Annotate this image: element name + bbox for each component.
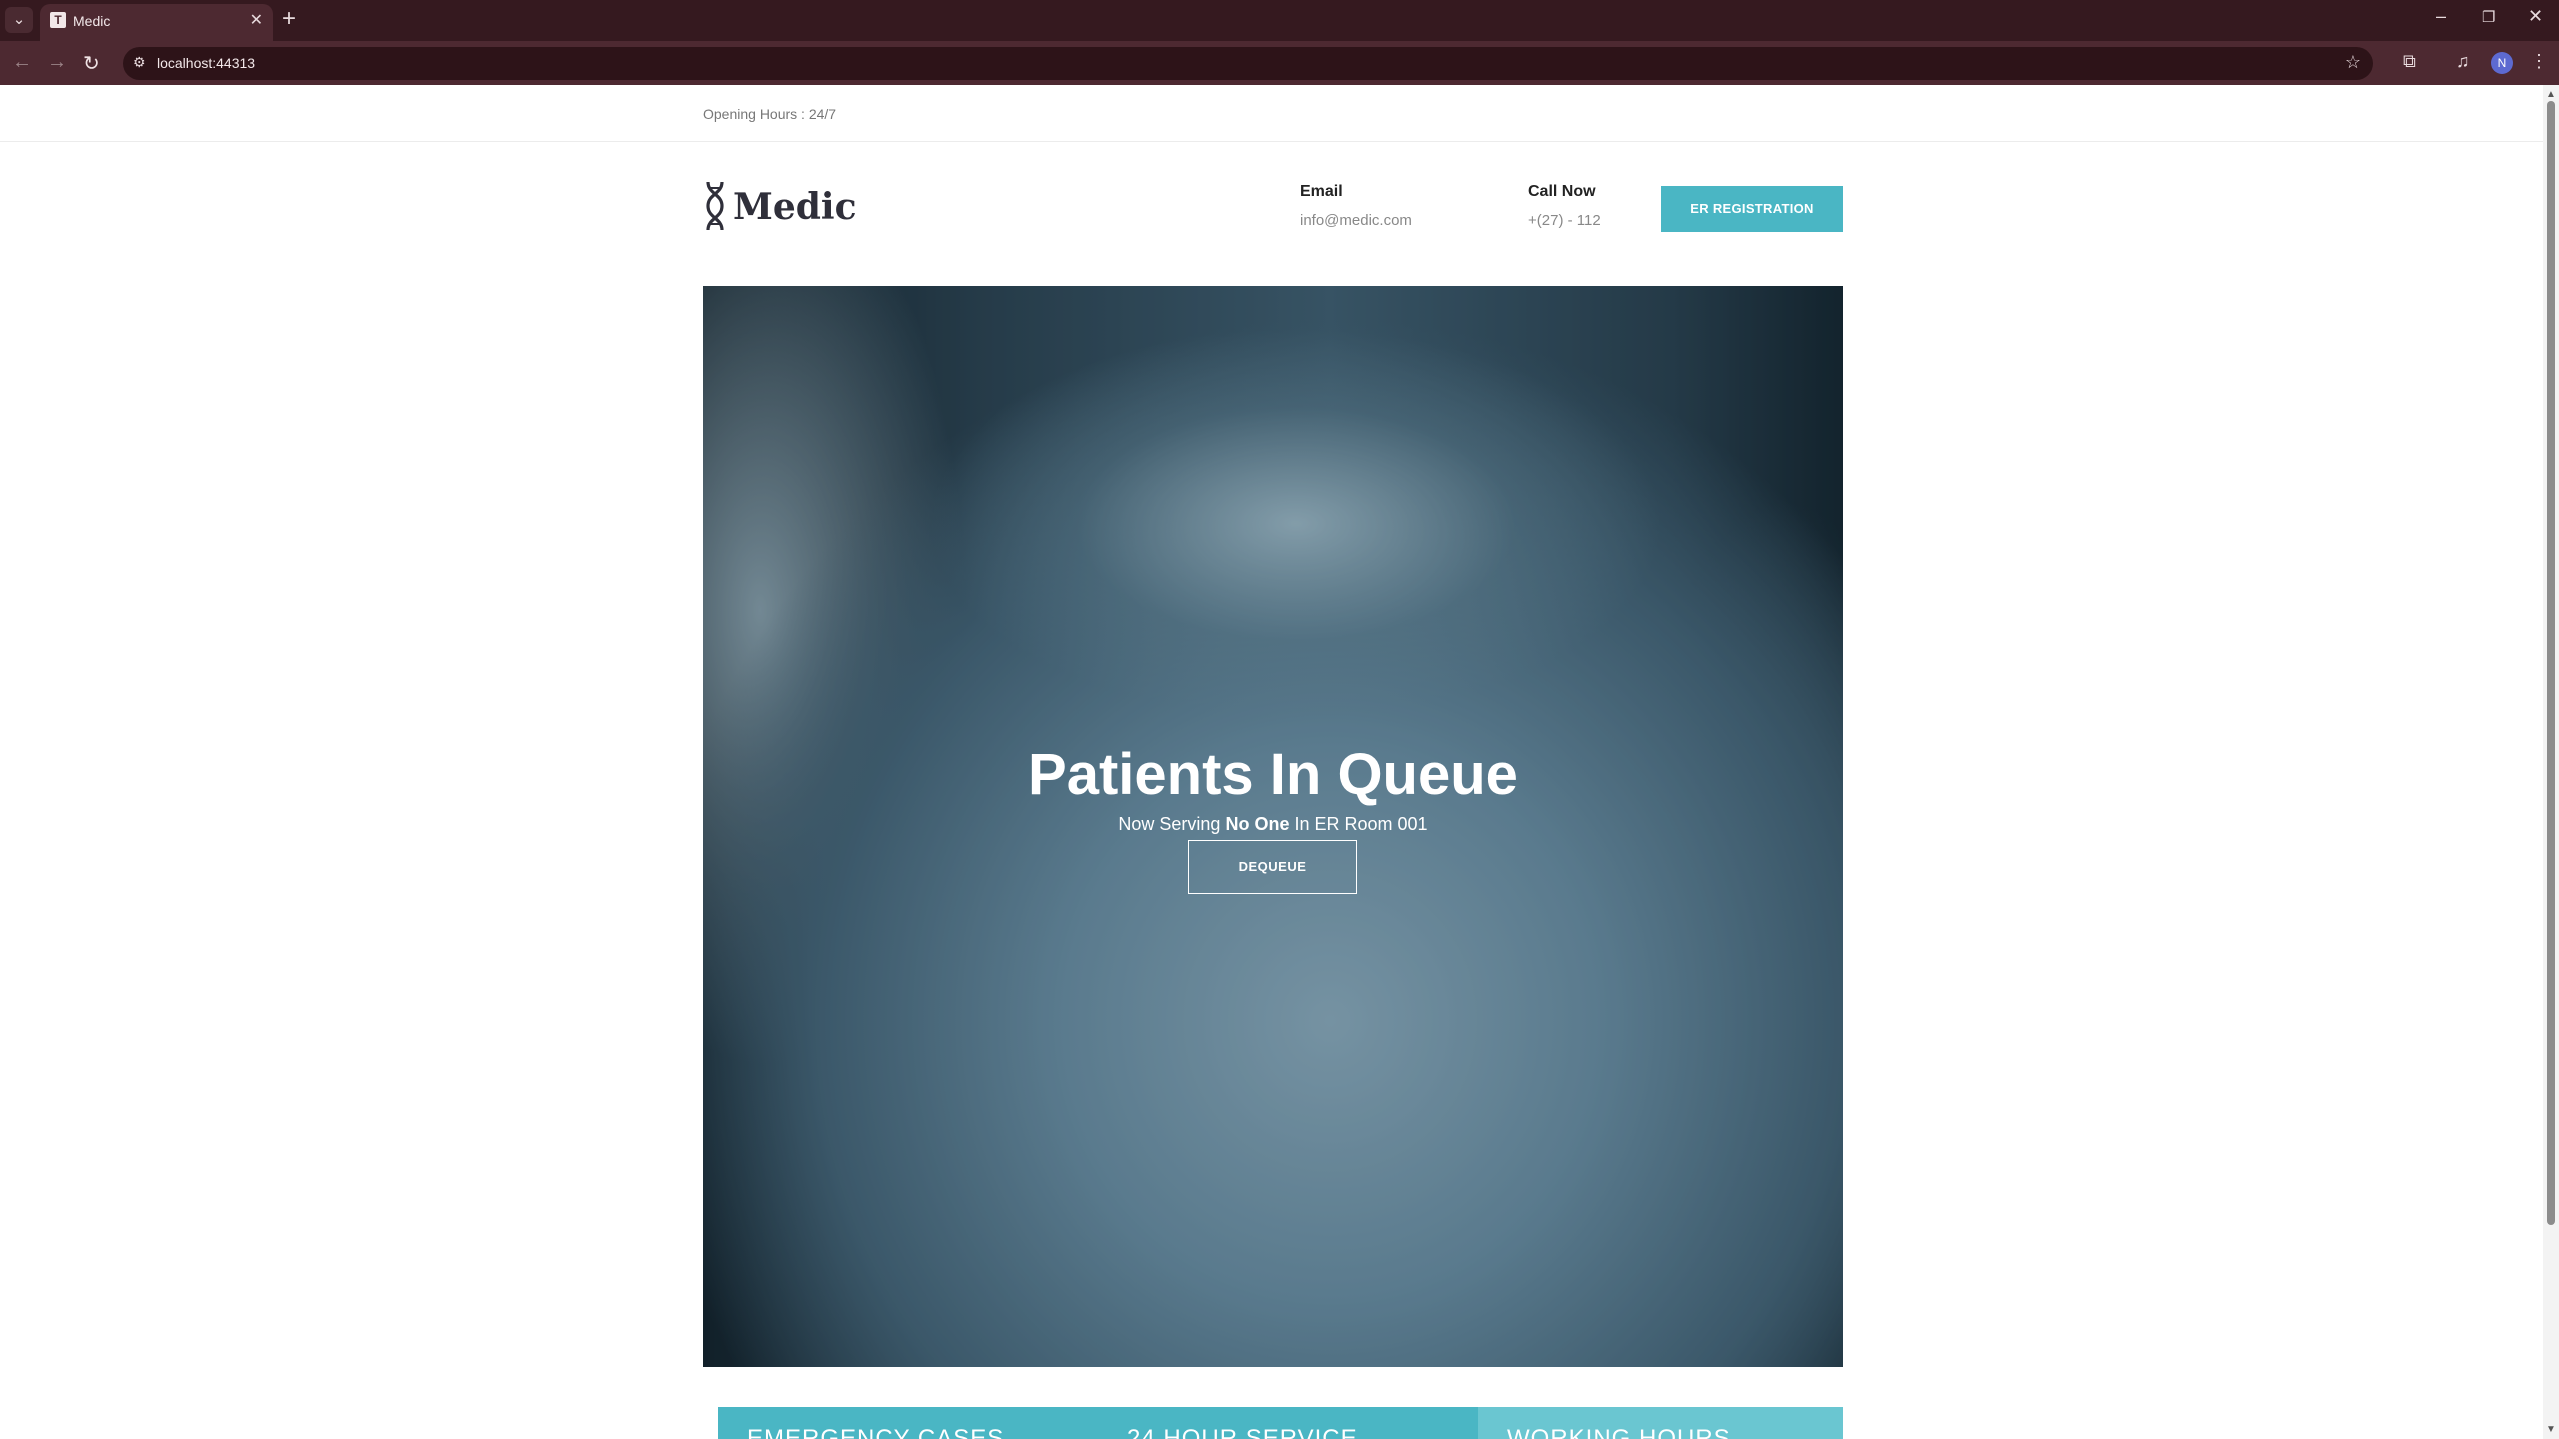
back-icon[interactable]: ← [12, 51, 32, 74]
address-bar[interactable]: ⚙ localhost:44313 ☆ [123, 47, 2373, 80]
forward-icon[interactable]: → [47, 51, 67, 74]
brand-name: Medic [733, 186, 857, 228]
site-settings-icon[interactable]: ⚙ [133, 54, 146, 71]
feature-24-hour: 24 HOUR SERVICE [1098, 1407, 1478, 1439]
minimize-icon[interactable]: – [2436, 6, 2446, 27]
page-viewport: Opening Hours : 24/7 Medic Email info@me… [0, 85, 2543, 1439]
browser-toolbar: ← → ↻ ⚙ localhost:44313 ☆ ⧉ ♫ ⋮ [0, 41, 2559, 85]
scroll-down-arrow-icon[interactable]: ▼ [2546, 1424, 2556, 1435]
url-text[interactable]: localhost:44313 [157, 55, 255, 71]
profile-avatar[interactable]: N [2491, 52, 2513, 74]
menu-kebab-icon[interactable]: ⋮ [2530, 51, 2548, 72]
feature-label: EMERGENCY CASES [747, 1425, 1005, 1439]
tab-title: Medic [73, 13, 111, 29]
call-label: Call Now [1528, 183, 1596, 200]
dequeue-button[interactable]: DEQUEUE [1188, 840, 1357, 894]
top-info-bar: Opening Hours : 24/7 [0, 85, 2543, 142]
new-tab-icon[interactable]: + [282, 5, 296, 33]
feature-label: 24 HOUR SERVICE [1127, 1425, 1358, 1439]
feature-emergency: EMERGENCY CASES [718, 1407, 1098, 1439]
tab-search-chevron-icon[interactable]: ⌄ [5, 7, 33, 33]
now-serving-prefix: Now Serving [1118, 814, 1221, 834]
media-control-icon[interactable]: ♫ [2456, 51, 2470, 72]
opening-hours-text: Opening Hours : 24/7 [703, 106, 837, 122]
email-value[interactable]: info@medic.com [1300, 212, 1412, 229]
call-value[interactable]: +(27) - 112 [1528, 212, 1601, 229]
tab-close-icon[interactable]: ✕ [250, 10, 263, 30]
now-serving-room: In ER Room 001 [1294, 814, 1428, 834]
email-info: Email info@medic.com [1300, 183, 1412, 229]
hero-banner: Patients In Queue Now Serving No One In … [703, 286, 1843, 1367]
scroll-thumb[interactable] [2547, 101, 2555, 1225]
window-close-icon[interactable]: ✕ [2528, 6, 2543, 27]
browser-tab-active[interactable]: T Medic ✕ [40, 4, 273, 41]
dna-logo-icon [706, 181, 724, 231]
features-strip: EMERGENCY CASES 24 HOUR SERVICE WORKING … [718, 1407, 1843, 1439]
feature-label: WORKING HOURS [1507, 1425, 1731, 1439]
page-scrollbar[interactable]: ▲ ▼ [2543, 85, 2559, 1439]
restore-icon[interactable]: ❐ [2482, 8, 2495, 26]
now-serving-text: Now Serving No One In ER Room 001 [703, 814, 1843, 835]
er-registration-button[interactable]: ER REGISTRATION [1661, 186, 1843, 232]
reload-icon[interactable]: ↻ [83, 51, 100, 76]
feature-working-hours: WORKING HOURS [1478, 1407, 1843, 1439]
scroll-up-arrow-icon[interactable]: ▲ [2546, 89, 2556, 100]
now-serving-patient: No One [1225, 814, 1290, 834]
bookmark-star-icon[interactable]: ☆ [2345, 52, 2361, 73]
call-info: Call Now +(27) - 112 [1528, 183, 1601, 229]
favicon-icon: T [50, 12, 66, 28]
browser-tab-bar: ⌄ T Medic ✕ + – ❐ ✕ [0, 0, 2559, 41]
extensions-icon[interactable]: ⧉ [2403, 51, 2416, 72]
hero-title: Patients In Queue [1028, 742, 1518, 807]
email-label: Email [1300, 183, 1343, 200]
